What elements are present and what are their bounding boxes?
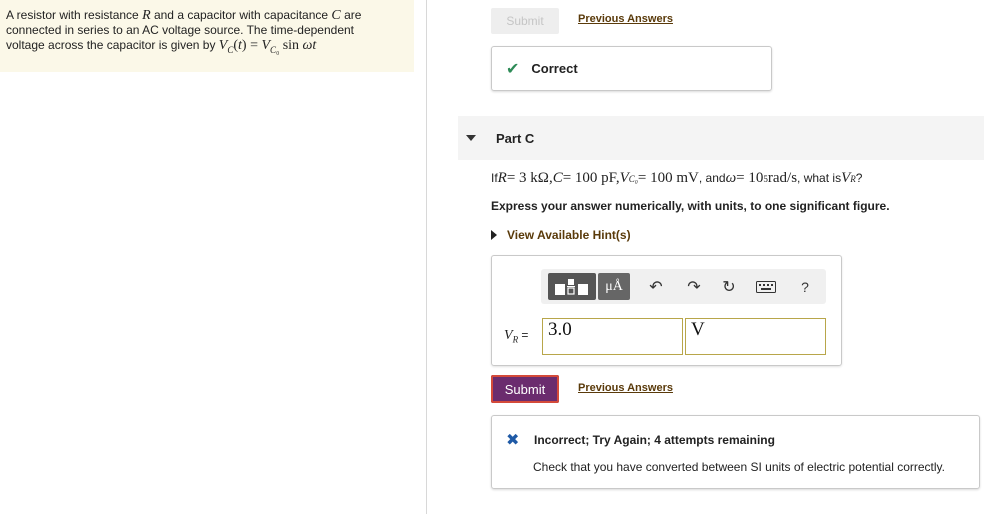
instructions: Express your answer numerically, with un…: [491, 199, 890, 213]
units-input[interactable]: V: [685, 318, 826, 355]
collapse-triangle-icon[interactable]: [466, 135, 476, 141]
view-hints-toggle[interactable]: View Available Hint(s): [491, 228, 631, 242]
correct-feedback: ✔ Correct: [491, 46, 772, 91]
keyboard-icon: [756, 280, 776, 293]
reset-icon[interactable]: ↻: [714, 273, 744, 300]
keyboard-button[interactable]: [750, 273, 782, 300]
correct-label: Correct: [531, 61, 578, 76]
help-icon[interactable]: ?: [791, 273, 819, 300]
answer-box: μÅ ↶ ↷ ↻ ? VR = 3.0 V: [491, 255, 842, 366]
hints-label[interactable]: View Available Hint(s): [507, 228, 631, 242]
problem-statement: A resistor with resistance R and a capac…: [0, 0, 414, 72]
previous-answers-link[interactable]: Previous Answers: [578, 13, 673, 25]
part-title: Part C: [496, 130, 535, 146]
expand-triangle-icon[interactable]: [491, 230, 497, 240]
previous-answers-link-part-c[interactable]: Previous Answers: [578, 382, 673, 394]
part-c-header[interactable]: Part C: [458, 116, 984, 160]
templates-icon: [555, 278, 588, 295]
templates-button[interactable]: [548, 273, 596, 300]
submit-button-disabled[interactable]: Submit: [491, 8, 559, 34]
redo-icon[interactable]: ↷: [679, 273, 709, 300]
units-button[interactable]: μÅ: [598, 273, 630, 300]
problem-line-3: voltage across the capacitor is given by…: [6, 38, 317, 55]
checkmark-icon: ✔: [506, 60, 520, 78]
incorrect-feedback: ✖ Incorrect; Try Again; 4 attempts remai…: [491, 415, 980, 489]
math-toolbar: μÅ ↶ ↷ ↻ ?: [541, 269, 826, 304]
value-input[interactable]: 3.0: [542, 318, 683, 355]
question-text: If R = 3 kΩ, C = 100 pF, V C₀ = 100 mV , …: [491, 170, 863, 186]
incorrect-title: Incorrect; Try Again; 4 attempts remaini…: [534, 433, 775, 447]
undo-icon[interactable]: ↶: [641, 273, 671, 300]
voltage-equation: VC(t) = VC₀ sin ωt: [218, 38, 317, 55]
panel-divider: [426, 0, 427, 514]
problem-line-1: A resistor with resistance R and a capac…: [6, 8, 362, 23]
answer-variable-label: VR =: [504, 328, 529, 345]
submit-button[interactable]: Submit: [491, 375, 559, 403]
incorrect-x-icon: ✖: [506, 432, 520, 449]
problem-line-2: connected in series to an AC voltage sou…: [6, 23, 354, 37]
incorrect-hint-text: Check that you have converted between SI…: [533, 460, 945, 474]
